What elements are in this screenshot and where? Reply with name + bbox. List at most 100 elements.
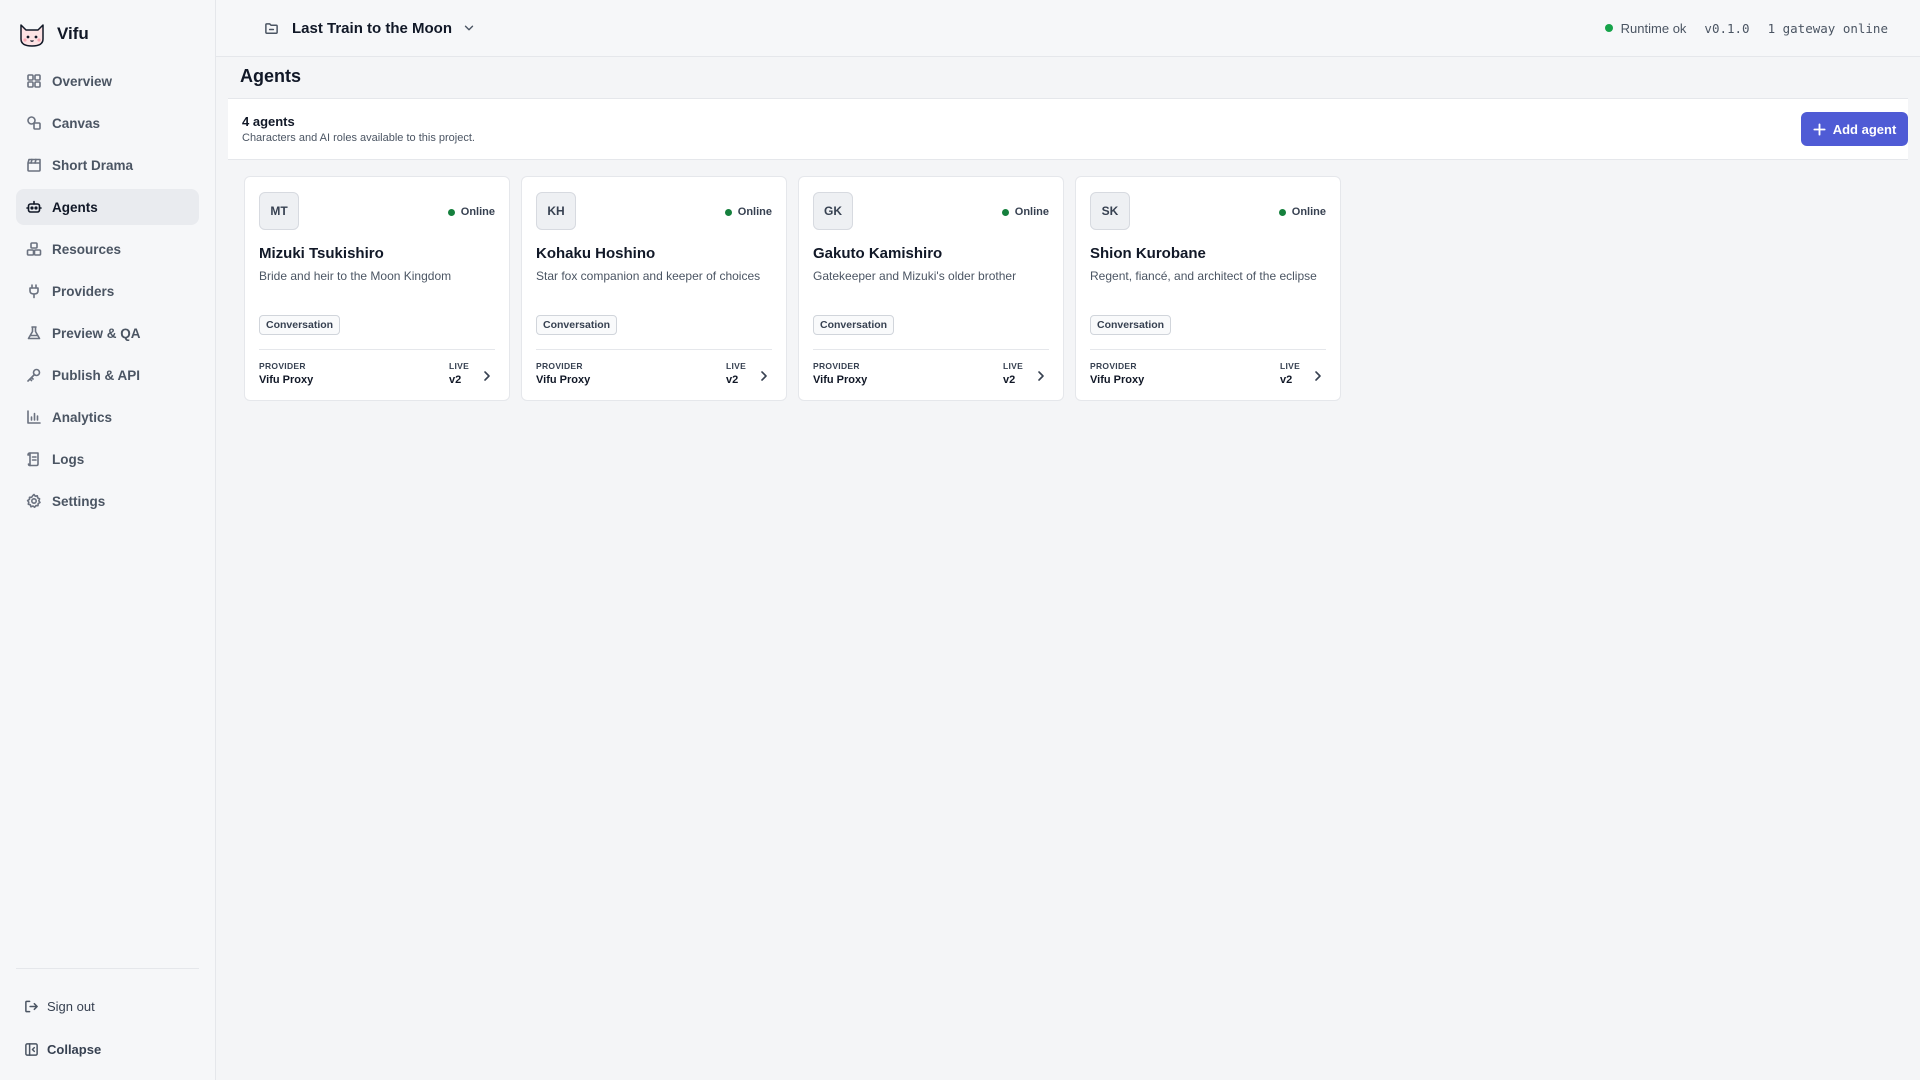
provider-label: PROVIDER [536, 361, 583, 371]
sidebar-item-overview[interactable]: Overview [16, 63, 199, 99]
plug-icon [29, 284, 39, 299]
card-divider [536, 349, 772, 350]
live-version: v2 [726, 374, 739, 386]
bot-icon [26, 200, 42, 213]
provider-value: Vifu Proxy [259, 374, 314, 386]
avatar: GK [813, 192, 853, 230]
provider-value: Vifu Proxy [813, 374, 868, 386]
chevron-right-icon[interactable] [1312, 370, 1324, 382]
provider-label: PROVIDER [813, 361, 860, 371]
agent-card[interactable]: SK Online Shion Kurobane Regent, fiancé,… [1075, 176, 1341, 401]
runtime-status: Runtime ok [1604, 20, 1687, 36]
online-dot-icon [447, 208, 455, 216]
sidebar-item-publish-api[interactable]: Publish & API [16, 357, 199, 393]
avatar: MT [259, 192, 299, 230]
card-divider [813, 349, 1049, 350]
shapes-icon [27, 116, 41, 130]
page-title: Agents [240, 66, 302, 86]
sidebar-item-resources[interactable]: Resources [16, 231, 199, 267]
topbar: Last Train to the Moon Runtime ok v0.1.0… [216, 0, 1920, 57]
sidebar-item-label: Analytics [52, 409, 113, 425]
gateway-status: 1 gateway online [1767, 20, 1888, 36]
agent-tag: Conversation [1090, 315, 1172, 335]
agent-tag: Conversation [813, 315, 895, 335]
runtime-status-dot-icon [1604, 24, 1613, 32]
agent-description: Regent, fiancé, and architect of the ecl… [1090, 269, 1317, 283]
chevron-right-icon[interactable] [1035, 370, 1047, 382]
project-switcher[interactable]: Last Train to the Moon [260, 17, 476, 39]
sidebar-item-logs[interactable]: Logs [16, 441, 199, 477]
collapse-button[interactable]: Collapse [24, 1038, 199, 1060]
sidebar-item-canvas[interactable]: Canvas [16, 105, 199, 141]
scroll-icon [27, 452, 39, 467]
agent-description: Bride and heir to the Moon Kingdom [259, 269, 452, 283]
live-label: LIVE [1003, 361, 1024, 371]
brand[interactable]: Vifu [17, 17, 215, 51]
card-divider [259, 349, 495, 350]
plus-icon [1813, 122, 1826, 136]
sidebar-item-label: Overview [52, 73, 113, 89]
agent-description: Gatekeeper and Mizuki's older brother [813, 269, 1017, 283]
provider-value: Vifu Proxy [1090, 374, 1145, 386]
live-version: v2 [1003, 374, 1016, 386]
card-divider [1090, 349, 1326, 350]
agent-name: Shion Kurobane [1090, 245, 1206, 262]
agent-name: Kohaku Hoshino [536, 245, 656, 262]
status-label: Online [460, 206, 495, 218]
main-content: Last Train to the Moon Runtime ok v0.1.0… [216, 0, 1920, 1080]
add-agent-button[interactable]: Add agent [1801, 112, 1908, 146]
sidebar-item-short-drama[interactable]: Short Drama [16, 147, 199, 183]
clapperboard-icon [27, 158, 41, 172]
sidebar-item-label: Canvas [52, 115, 101, 131]
sidebar-item-label: Preview & QA [52, 325, 141, 341]
sidebar-item-label: Settings [52, 493, 106, 509]
online-dot-icon [724, 208, 732, 216]
agent-card[interactable]: KH Online Kohaku Hoshino Star fox compan… [521, 176, 787, 401]
sidebar-collapse-icon [25, 1042, 38, 1056]
provider-label: PROVIDER [1090, 361, 1137, 371]
bar-chart-icon [27, 410, 41, 424]
agents-count: 4 agents [242, 114, 295, 129]
runtime-status-label: Runtime ok [1620, 20, 1687, 36]
folder-icon [260, 17, 282, 39]
sidebar-item-settings[interactable]: Settings [16, 483, 199, 519]
agent-card[interactable]: MT Online Mizuki Tsukishiro Bride and he… [244, 176, 510, 401]
sidebar-item-label: Resources [52, 241, 122, 257]
provider-value: Vifu Proxy [536, 374, 591, 386]
status-label: Online [1014, 206, 1049, 218]
sidebar-item-analytics[interactable]: Analytics [16, 399, 199, 435]
chevron-right-icon[interactable] [481, 370, 493, 382]
grid-icon [27, 74, 41, 88]
chevron-right-icon[interactable] [758, 370, 770, 382]
agent-tag: Conversation [536, 315, 618, 335]
status-badge: Online [1001, 206, 1049, 218]
online-dot-icon [1278, 208, 1286, 216]
sidebar-footer: Sign out Collapse [16, 968, 199, 1080]
sidebar-nav: Overview Canvas Short Drama Agents Resou… [0, 63, 215, 519]
status-badge: Online [724, 206, 772, 218]
agents-description: Characters and AI roles available to thi… [242, 132, 475, 144]
chevron-down-icon [464, 25, 474, 31]
live-label: LIVE [726, 361, 747, 371]
cat-logo-icon [20, 24, 44, 47]
sidebar-item-preview-qa[interactable]: Preview & QA [16, 315, 199, 351]
status-label: Online [737, 206, 772, 218]
status-badge: Online [447, 206, 495, 218]
sidebar-item-label: Agents [52, 199, 98, 215]
sidebar-item-agents[interactable]: Agents [16, 189, 199, 225]
key-icon [27, 368, 41, 382]
agent-card[interactable]: GK Online Gakuto Kamishiro Gatekeeper an… [798, 176, 1064, 401]
sidebar-item-label: Short Drama [52, 157, 134, 173]
brand-name: Vifu [57, 24, 89, 43]
sidebar-item-label: Logs [52, 451, 85, 467]
sidebar: Vifu Overview Canvas Short Drama Agents … [0, 0, 216, 1080]
sign-out-button[interactable]: Sign out [24, 995, 199, 1017]
sidebar-item-providers[interactable]: Providers [16, 273, 199, 309]
sidebar-item-label: Publish & API [52, 367, 141, 383]
boxes-icon [26, 242, 42, 256]
status-bar: Runtime ok v0.1.0 1 gateway online [1604, 20, 1888, 36]
add-agent-label: Add agent [1832, 121, 1897, 137]
agent-card-list: MT Online Mizuki Tsukishiro Bride and he… [244, 176, 1341, 401]
online-dot-icon [1001, 208, 1009, 216]
collapse-label: Collapse [47, 1041, 102, 1057]
